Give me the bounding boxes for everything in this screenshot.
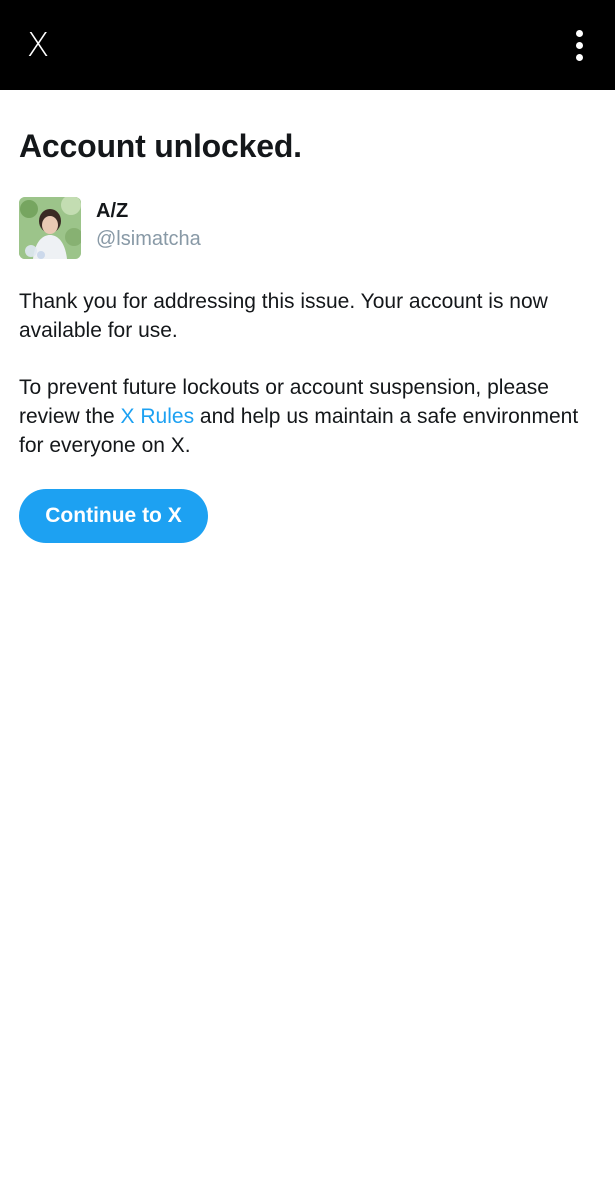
user-handle: @lsimatcha	[96, 228, 201, 250]
top-bar: X	[0, 0, 615, 90]
message-paragraph: Thank you for addressing this issue. You…	[19, 290, 548, 342]
menu-dot	[576, 54, 583, 61]
menu-dot	[576, 30, 583, 37]
profile-card: A/Z @lsimatcha	[19, 197, 419, 259]
avatar	[19, 197, 81, 259]
continue-button[interactable]: Continue to X	[19, 489, 208, 543]
display-name: A/Z	[96, 200, 129, 222]
more-vertical-icon[interactable]	[562, 28, 598, 64]
message-paragraph-rules: To prevent future lockouts or account su…	[19, 373, 599, 460]
menu-dot	[576, 42, 583, 49]
x-rules-link[interactable]: X Rules	[121, 405, 195, 428]
page-title: Account unlocked.	[19, 128, 302, 164]
close-icon[interactable]: X	[18, 24, 58, 66]
avatar-image	[19, 197, 81, 259]
